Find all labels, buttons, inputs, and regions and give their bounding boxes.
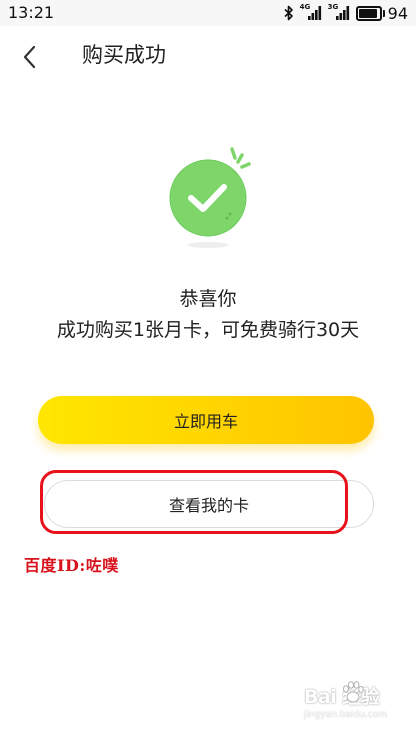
network-label-3g: 3G: [327, 3, 339, 11]
battery-percent: 94: [387, 3, 408, 23]
status-bar: 13:21 4G 3G 94: [0, 0, 416, 26]
battery-indicator: 94: [355, 3, 408, 23]
view-my-card-button[interactable]: 查看我的卡: [44, 480, 374, 528]
status-time: 13:21: [8, 3, 55, 22]
use-bike-now-button[interactable]: 立即用车: [38, 396, 374, 444]
success-detail: 成功购买1张月卡，可免费骑行30天: [56, 319, 360, 341]
network-label-4g: 4G: [299, 3, 311, 11]
battery-icon: [355, 5, 385, 21]
watermark: Bai 经验 jingyan.baidu.com: [300, 680, 410, 726]
back-button[interactable]: [14, 40, 44, 74]
status-icons: 4G 3G 94: [284, 3, 408, 23]
signal-icon-3g: 3G: [327, 3, 350, 21]
bluetooth-icon: [284, 5, 294, 21]
signal-icon-4g: 4G: [299, 3, 322, 21]
success-heading: 恭喜你: [179, 288, 237, 310]
watermark-url: jingyan.baidu.com: [304, 710, 388, 720]
battery-fill: [358, 8, 378, 18]
annotation-text: 百度ID:咗噗: [24, 556, 119, 575]
check-circle-icon: [160, 146, 260, 254]
page-title: 购买成功: [82, 43, 166, 67]
paw-icon: [343, 681, 364, 703]
chevron-left-icon: [23, 45, 36, 69]
